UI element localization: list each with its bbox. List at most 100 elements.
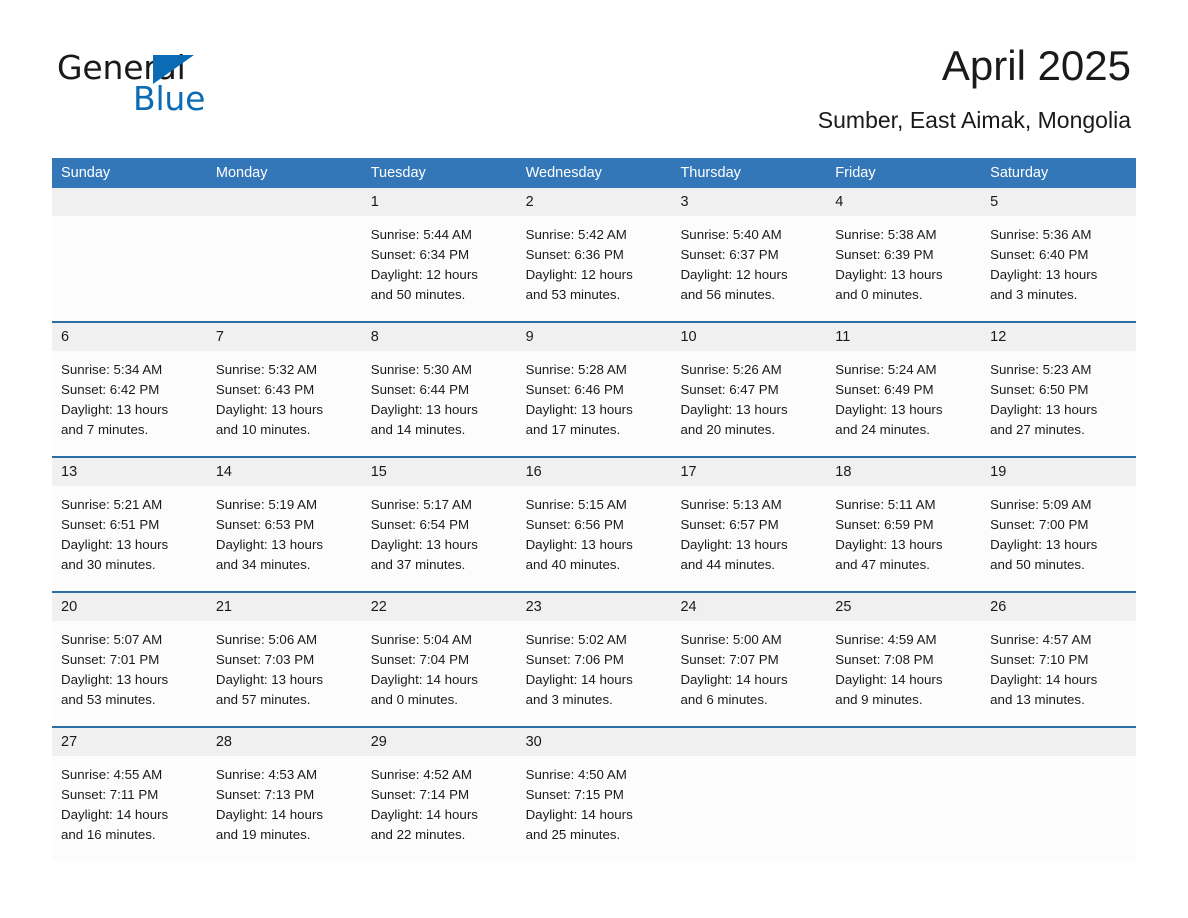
day-detail-line: and 19 minutes.	[215, 827, 311, 842]
day-detail-line: and 25 minutes.	[525, 827, 621, 842]
day-detail-line: and 9 minutes.	[835, 692, 923, 707]
calendar-week-row: 6 7 8 9 10 11 12 Sunrise: 5:34 AM Sunset: 6:42 P…	[52, 321, 1136, 456]
day-detail-line: and 37 minutes.	[370, 557, 466, 572]
day-number[interactable]: 22	[362, 593, 517, 621]
day-cell: Sunrise: 5:00 AM Sunset: 7:07 PM Daylight:…	[671, 621, 826, 726]
day-number[interactable]: 15	[362, 458, 517, 486]
day-detail-row: Sunrise: 5:21 AM Sunset: 6:51 PM Daylight:…	[52, 486, 1136, 591]
day-detail-line: Sunrise: 5:13 AM	[680, 497, 782, 512]
day-number[interactable]: 12	[981, 323, 1136, 351]
day-number[interactable]: 2	[517, 188, 672, 216]
day-number[interactable]: 6	[52, 323, 207, 351]
day-detail-line: Sunset: 6:39 PM	[835, 247, 934, 262]
day-number[interactable]: 19	[981, 458, 1136, 486]
day-number[interactable]: 24	[671, 593, 826, 621]
day-number[interactable]: 20	[52, 593, 207, 621]
day-detail-line: and 40 minutes.	[525, 557, 621, 572]
day-detail-line: Sunset: 6:40 PM	[990, 247, 1089, 262]
day-detail-line: Sunset: 6:57 PM	[680, 517, 779, 532]
day-cell: Sunrise: 5:34 AM Sunset: 6:42 PM Daylight:…	[52, 351, 207, 456]
day-detail-line: Daylight: 14 hours	[215, 807, 324, 822]
day-detail-line: Sunset: 6:54 PM	[370, 517, 470, 532]
day-detail-line: Daylight: 13 hours	[680, 537, 788, 552]
day-cell: Sunrise: 5:06 AM Sunset: 7:03 PM Daylight:…	[207, 621, 362, 726]
day-detail-line: and 3 minutes.	[525, 692, 613, 707]
day-cell: Sunrise: 5:28 AM Sunset: 6:46 PM Daylight:…	[517, 351, 672, 456]
day-number[interactable]: 17	[671, 458, 826, 486]
day-detail-line: Sunset: 7:06 PM	[525, 652, 624, 667]
day-number[interactable]: 5	[981, 188, 1136, 216]
location-subtitle: Sumber, East Aimak, Mongolia	[817, 107, 1131, 133]
day-number-empty	[981, 728, 1136, 756]
day-detail-line: Sunrise: 5:23 AM	[990, 362, 1092, 377]
day-detail-line: and 13 minutes.	[990, 692, 1085, 707]
day-cell: Sunrise: 5:30 AM Sunset: 6:44 PM Daylight:…	[362, 351, 517, 456]
day-cell: Sunrise: 5:42 AM Sunset: 6:36 PM Daylight:…	[517, 216, 672, 321]
day-number[interactable]: 4	[826, 188, 981, 216]
day-cell-empty	[671, 756, 826, 861]
day-cell: Sunrise: 5:32 AM Sunset: 6:43 PM Daylight:…	[207, 351, 362, 456]
day-detail-row: Sunrise: 5:44 AM Sunset: 6:34 PM Daylight:…	[52, 216, 1136, 321]
day-number-empty	[52, 188, 207, 216]
day-detail-line: Sunrise: 5:44 AM	[370, 227, 472, 242]
day-number[interactable]: 27	[52, 728, 207, 756]
day-cell: Sunrise: 4:52 AM Sunset: 7:14 PM Daylight:…	[362, 756, 517, 861]
day-cell: Sunrise: 5:23 AM Sunset: 6:50 PM Daylight:…	[981, 351, 1136, 456]
day-detail-line: Sunset: 6:59 PM	[835, 517, 934, 532]
day-number[interactable]: 23	[517, 593, 672, 621]
day-number[interactable]: 10	[671, 323, 826, 351]
day-detail-line: Daylight: 13 hours	[525, 537, 633, 552]
day-detail-line: Sunset: 7:03 PM	[215, 652, 315, 667]
day-number[interactable]: 7	[207, 323, 362, 351]
day-detail-line: Sunrise: 5:02 AM	[525, 632, 627, 647]
day-detail-line: Sunset: 6:43 PM	[215, 382, 315, 397]
day-detail-line: Sunset: 6:37 PM	[680, 247, 779, 262]
day-detail-line: and 53 minutes.	[525, 287, 621, 302]
day-number[interactable]: 21	[207, 593, 362, 621]
day-number[interactable]: 26	[981, 593, 1136, 621]
day-cell: Sunrise: 5:38 AM Sunset: 6:39 PM Daylight:…	[826, 216, 981, 321]
day-detail-line: Daylight: 13 hours	[215, 672, 324, 687]
day-detail-line: Daylight: 14 hours	[525, 807, 633, 822]
day-detail-line: and 16 minutes.	[61, 827, 156, 842]
day-detail-line: Sunset: 7:08 PM	[835, 652, 934, 667]
day-number[interactable]: 18	[826, 458, 981, 486]
day-detail-line: and 10 minutes.	[215, 422, 311, 437]
day-detail-line: and 14 minutes.	[370, 422, 466, 437]
day-detail-line: Daylight: 14 hours	[680, 672, 788, 687]
day-number[interactable]: 14	[207, 458, 362, 486]
day-cell: Sunrise: 4:55 AM Sunset: 7:11 PM Daylight:…	[52, 756, 207, 861]
day-detail-line: Daylight: 13 hours	[61, 402, 169, 417]
day-detail-line: Sunrise: 5:21 AM	[61, 497, 163, 512]
day-detail-line: and 0 minutes.	[370, 692, 458, 707]
day-number[interactable]: 29	[362, 728, 517, 756]
day-number[interactable]: 28	[207, 728, 362, 756]
weekday-header-wednesday: Wednesday	[525, 165, 602, 181]
day-detail-line: Sunrise: 5:42 AM	[525, 227, 627, 242]
day-detail-line: Daylight: 12 hours	[525, 267, 633, 282]
day-number[interactable]: 9	[517, 323, 672, 351]
day-cell: Sunrise: 4:50 AM Sunset: 7:15 PM Daylight:…	[517, 756, 672, 861]
day-number[interactable]: 11	[826, 323, 981, 351]
day-cell: Sunrise: 5:15 AM Sunset: 6:56 PM Daylight:…	[517, 486, 672, 591]
weekday-header-saturday: Saturday	[990, 165, 1049, 181]
day-number[interactable]: 16	[517, 458, 672, 486]
day-detail-line: Daylight: 13 hours	[990, 537, 1098, 552]
day-number[interactable]: 8	[362, 323, 517, 351]
day-detail-line: and 30 minutes.	[61, 557, 156, 572]
day-detail-line: Sunset: 7:07 PM	[680, 652, 779, 667]
day-detail-line: and 50 minutes.	[370, 287, 466, 302]
day-detail-line: Sunrise: 4:55 AM	[61, 767, 163, 782]
day-number-empty	[826, 728, 981, 756]
day-number[interactable]: 3	[671, 188, 826, 216]
day-number[interactable]: 25	[826, 593, 981, 621]
day-number[interactable]: 1	[362, 188, 517, 216]
day-number[interactable]: 13	[52, 458, 207, 486]
day-number[interactable]: 30	[517, 728, 672, 756]
day-detail-line: Daylight: 14 hours	[990, 672, 1098, 687]
day-detail-line: and 44 minutes.	[680, 557, 776, 572]
general-blue-logo[interactable]: General Blue	[57, 48, 287, 120]
day-number-row: 13 14 15 16 17 18 19	[52, 458, 1136, 486]
day-detail-line: Daylight: 13 hours	[835, 537, 943, 552]
day-detail-line: Sunrise: 5:06 AM	[215, 632, 318, 647]
